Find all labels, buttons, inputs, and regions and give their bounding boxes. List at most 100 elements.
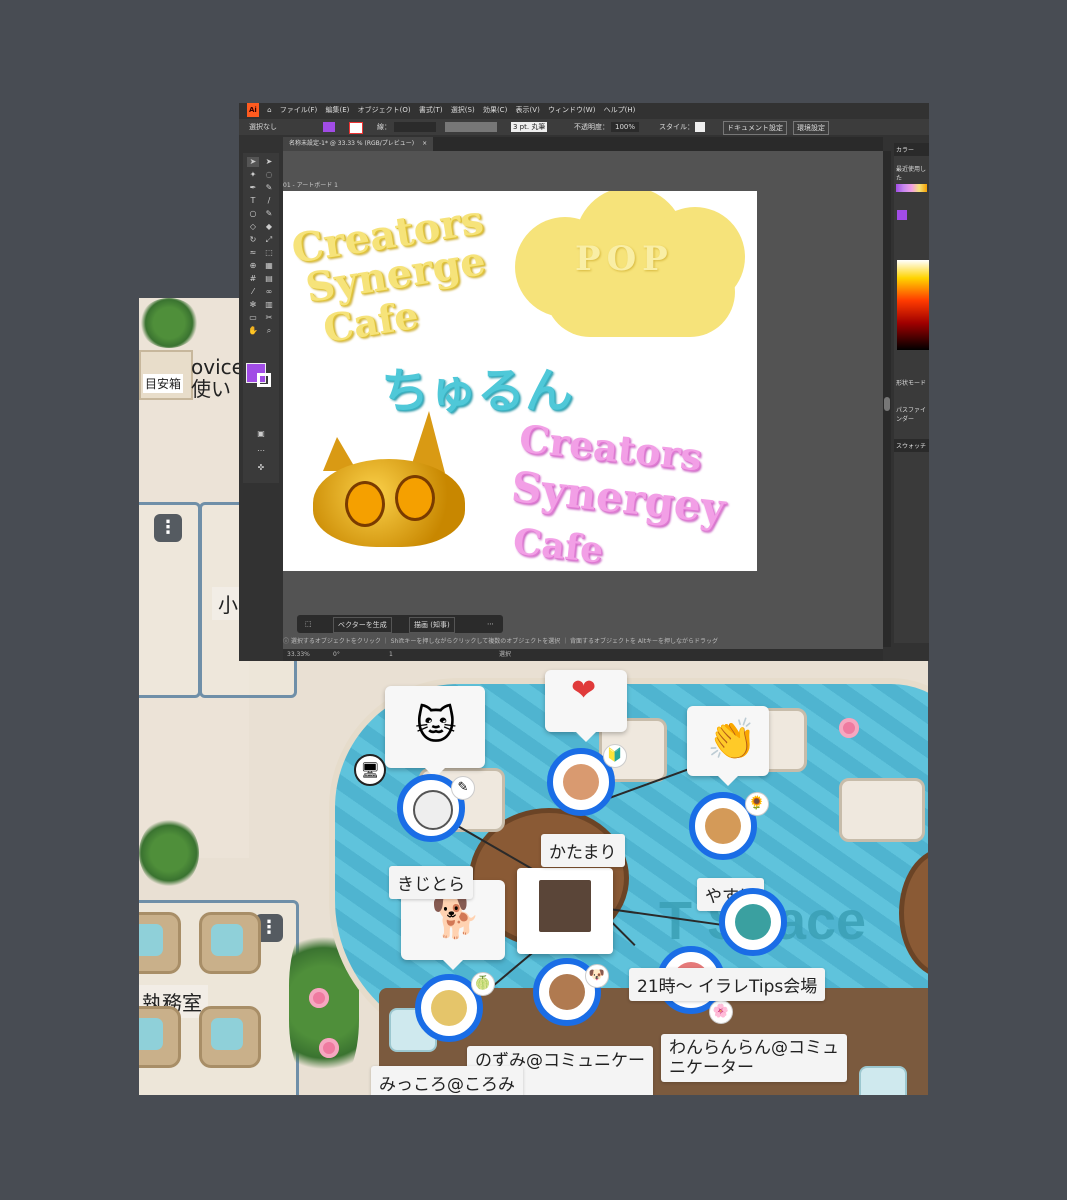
perspective-icon[interactable]: ▦ <box>263 261 275 271</box>
screen-share-icon[interactable]: 🖥 <box>354 754 386 786</box>
user-badge-yasuha: 🌻 <box>745 792 769 816</box>
menu-item-help[interactable]: ヘルプ(H) <box>604 103 636 117</box>
shaper-tool-icon[interactable]: ◇ <box>247 222 259 232</box>
document-setup-button[interactable]: ドキュメント設定 <box>723 121 787 135</box>
direct-selection-tool-icon[interactable]: ➤ <box>263 157 275 167</box>
home-icon[interactable]: ⌂ <box>267 103 271 117</box>
more-tools-icon[interactable]: ⋯ <box>255 446 267 456</box>
swatches-tab[interactable]: スウォッチ <box>894 439 929 452</box>
artboard[interactable]: Creators Synerge Cafe POP ちゅるん Creators … <box>283 191 757 571</box>
blend-tool-icon[interactable]: ∞ <box>263 287 275 297</box>
ctx-more-icon[interactable]: ⋯ <box>487 615 494 633</box>
shared-screen-tile[interactable] <box>517 868 613 954</box>
generate-vector-button[interactable]: ベクターを生成 <box>333 617 392 633</box>
illustrator-window[interactable]: Ai ⌂ ファイル(F) 編集(E) オブジェクト(O) 書式(T) 選択(S)… <box>239 103 929 661</box>
suggestion-box-sign[interactable]: 目安箱 <box>139 350 193 400</box>
cushion <box>859 1066 907 1095</box>
menu-item-file[interactable]: ファイル(F) <box>280 103 318 117</box>
line-tool-icon[interactable]: / <box>263 196 275 206</box>
eraser-icon[interactable]: ◆ <box>263 222 275 232</box>
lasso-icon[interactable]: ◌ <box>263 170 275 180</box>
magic-wand-icon[interactable]: ✦ <box>247 170 259 180</box>
menu-item-window[interactable]: ウィンドウ(W) <box>548 103 595 117</box>
opacity-label: 不透明度： <box>574 123 609 131</box>
user-badge-wanranran: 🌸 <box>709 1000 733 1024</box>
mode-readout: 選択 <box>499 651 512 658</box>
style-swatch[interactable] <box>695 122 705 132</box>
vertical-scrollbar[interactable] <box>883 151 891 647</box>
armchair <box>199 912 261 974</box>
armchair <box>139 1006 181 1068</box>
preferences-button[interactable]: 環境設定 <box>793 121 829 135</box>
menu-item-select[interactable]: 選択(S) <box>451 103 475 117</box>
ctx-select-icon[interactable]: ⬚ <box>305 615 312 633</box>
paintbrush-icon[interactable]: ✎ <box>263 209 275 219</box>
rotate-tool-icon[interactable]: ↻ <box>247 235 259 245</box>
golden-cat-shape[interactable] <box>313 411 473 551</box>
menu-item-edit[interactable]: 編集(E) <box>325 103 349 117</box>
selection-status: 選択なし <box>249 123 277 131</box>
document-tab[interactable]: 名称未設定-1* @ 33.33 % (RGB/プレビュー) × <box>283 137 434 151</box>
mesh-tool-icon[interactable]: # <box>247 274 259 284</box>
opacity-field[interactable]: 100% <box>611 122 640 132</box>
width-tool-icon[interactable]: ≈ <box>247 248 259 258</box>
armchair <box>199 1006 261 1068</box>
draw-button[interactable]: 描画 (知事) <box>409 617 455 633</box>
eyedropper-icon[interactable]: ⁄ <box>247 287 259 297</box>
pen-tool-icon[interactable]: ✒ <box>247 183 259 193</box>
graph-tool-icon[interactable]: ▥ <box>263 300 275 310</box>
event-label: 21時〜 イラレTips会場 <box>629 968 826 1001</box>
hand-tool-icon[interactable]: ✋ <box>247 326 259 336</box>
symbol-sprayer-icon[interactable]: ✻ <box>247 300 259 310</box>
reaction-bubble: 🐱 <box>385 686 485 778</box>
panel-fill-swatch[interactable] <box>897 210 907 220</box>
rotation-field[interactable]: 0° <box>333 649 340 661</box>
menu-item-effect[interactable]: 効果(C) <box>483 103 507 117</box>
stroke-swatch[interactable] <box>349 122 363 134</box>
artboard-label: 01 - アートボード 1 <box>283 182 338 189</box>
heart-stamp: ❤ <box>571 673 597 708</box>
scale-tool-icon[interactable]: ⤢ <box>263 235 275 245</box>
type-tool-icon[interactable]: T <box>247 196 259 206</box>
hibiscus-flower <box>839 718 859 738</box>
art-text-pink-line3[interactable]: Cafe <box>511 520 605 571</box>
artboard-tool-icon[interactable]: ▭ <box>247 313 259 323</box>
gradient-tool-icon[interactable]: ▤ <box>263 274 275 284</box>
shape-modes-label: 形状モード <box>896 380 927 387</box>
stroke-color-box[interactable] <box>257 373 271 387</box>
draw-mode-icon[interactable]: ▣ <box>255 429 267 439</box>
vertical-scrollbar-thumb[interactable] <box>884 397 890 411</box>
fill-swatch[interactable] <box>323 122 335 132</box>
room-menu-icon[interactable]: ⋮ <box>154 514 182 542</box>
shape-builder-icon[interactable]: ⊕ <box>247 261 259 271</box>
menu-item-type[interactable]: 書式(T) <box>419 103 443 117</box>
recent-colors-label: 最近使用した <box>896 166 927 182</box>
brush-definition[interactable]: 3 pt. 丸筆 <box>511 122 548 132</box>
color-spectrum[interactable] <box>897 260 929 350</box>
color-panel-tab[interactable]: カラー <box>894 143 929 156</box>
selection-tool-icon[interactable]: ➤ <box>247 157 259 167</box>
close-icon[interactable]: × <box>422 140 427 147</box>
tool-hint-bar: ⓘ 選択するオブジェクトをクリック ｜ Shiftキーを押しながらクリックして複… <box>283 637 883 647</box>
ovice-guide-line1: ovice <box>191 355 244 379</box>
zoom-field[interactable]: 33.33% <box>287 649 310 661</box>
free-transform-icon[interactable]: ⬚ <box>263 248 275 258</box>
tool-hint-text: 選択するオブジェクトをクリック ｜ Shiftキーを押しながらクリックして複数の… <box>290 638 719 645</box>
recent-color-swatches[interactable] <box>896 184 927 192</box>
curvature-tool-icon[interactable]: ✎ <box>263 183 275 193</box>
variable-width-field[interactable] <box>445 122 497 132</box>
user-badge-nozumi: 🐶 <box>585 964 609 988</box>
ellipse-tool-icon[interactable]: ○ <box>247 209 259 219</box>
dog-stamp: 🐕 <box>431 895 481 941</box>
pop-cloud-shape[interactable]: POP <box>505 191 751 337</box>
menu-item-view[interactable]: 表示(V) <box>516 103 540 117</box>
stroke-weight-field[interactable] <box>394 122 436 132</box>
user-avatar-wanranran[interactable] <box>719 888 787 956</box>
plant-pot <box>139 818 199 888</box>
zoom-tool-icon[interactable]: ⌕ <box>263 326 275 336</box>
edit-toolbar-icon[interactable]: ✜ <box>255 463 267 473</box>
user-name-kijitora: きじとら <box>389 866 473 899</box>
page-field[interactable]: 1 <box>389 649 393 661</box>
menu-item-object[interactable]: オブジェクト(O) <box>358 103 411 117</box>
slice-tool-icon[interactable]: ✂ <box>263 313 275 323</box>
